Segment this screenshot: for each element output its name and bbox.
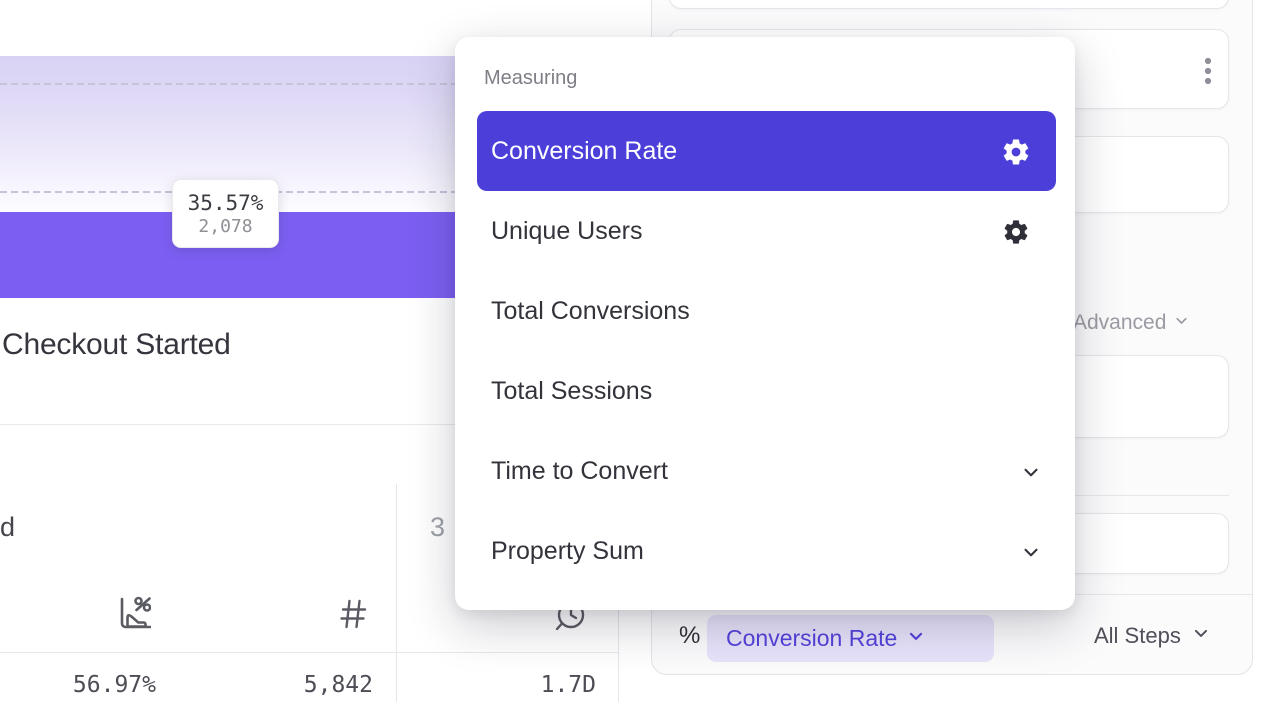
kebab-menu-icon[interactable] bbox=[1203, 54, 1211, 95]
table-column-divider bbox=[396, 484, 397, 702]
menu-item-label: Total Conversions bbox=[491, 297, 690, 326]
chevron-down-icon bbox=[906, 625, 926, 652]
advanced-section-toggle[interactable]: Advanced bbox=[1073, 311, 1190, 335]
table-value-avg-time: 1.7D bbox=[456, 672, 596, 698]
measure-selector-label: Conversion Rate bbox=[726, 625, 897, 652]
funnel-report-screen: Checkout Started d 3 56.97% 5,842 1.7D bbox=[0, 0, 1270, 702]
count-icon bbox=[337, 596, 369, 637]
measure-symbol: % bbox=[679, 622, 700, 650]
funnel-step-label: Checkout Started bbox=[2, 328, 231, 362]
chevron-down-icon bbox=[1173, 311, 1190, 335]
menu-item-label: Total Sessions bbox=[491, 377, 652, 406]
gear-icon[interactable] bbox=[1002, 218, 1030, 251]
gear-icon[interactable] bbox=[1001, 137, 1031, 172]
tooltip-count: 2,078 bbox=[198, 216, 252, 237]
measure-selector[interactable]: Conversion Rate bbox=[707, 615, 994, 662]
table-row-divider bbox=[0, 652, 618, 653]
menu-item-total-sessions[interactable]: Total Sessions bbox=[477, 351, 1056, 431]
menu-item-property-sum[interactable]: Property Sum bbox=[477, 511, 1056, 591]
menu-item-conversion-rate[interactable]: Conversion Rate bbox=[477, 111, 1056, 191]
query-step-card[interactable] bbox=[669, 0, 1229, 9]
menu-item-time-to-convert[interactable]: Time to Convert bbox=[477, 431, 1056, 511]
menu-item-label: Conversion Rate bbox=[491, 137, 677, 166]
menu-item-label: Property Sum bbox=[491, 537, 644, 566]
table-step-number: 3 bbox=[430, 512, 445, 543]
chevron-down-icon bbox=[1191, 623, 1211, 649]
table-value-conversion-rate: 56.97% bbox=[16, 672, 156, 698]
menu-item-unique-users[interactable]: Unique Users bbox=[477, 191, 1056, 271]
advanced-label: Advanced bbox=[1073, 311, 1166, 335]
conversion-rate-icon bbox=[111, 591, 151, 636]
measuring-dropdown: Measuring Conversion Rate Unique Users T… bbox=[455, 37, 1075, 610]
dropdown-header: Measuring bbox=[484, 67, 577, 90]
steps-filter-selector[interactable]: All Steps bbox=[1094, 623, 1211, 649]
table-value-count: 5,842 bbox=[233, 672, 373, 698]
chevron-down-icon bbox=[1020, 541, 1042, 568]
tooltip-conversion-rate: 35.57% bbox=[188, 191, 264, 215]
chevron-down-icon bbox=[1020, 461, 1042, 488]
funnel-hover-tooltip: 35.57% 2,078 bbox=[172, 179, 279, 248]
table-step-header-fragment: d bbox=[0, 512, 15, 543]
steps-filter-label: All Steps bbox=[1094, 623, 1181, 649]
menu-item-label: Time to Convert bbox=[491, 457, 668, 486]
menu-item-total-conversions[interactable]: Total Conversions bbox=[477, 271, 1056, 351]
menu-item-label: Unique Users bbox=[491, 217, 642, 246]
